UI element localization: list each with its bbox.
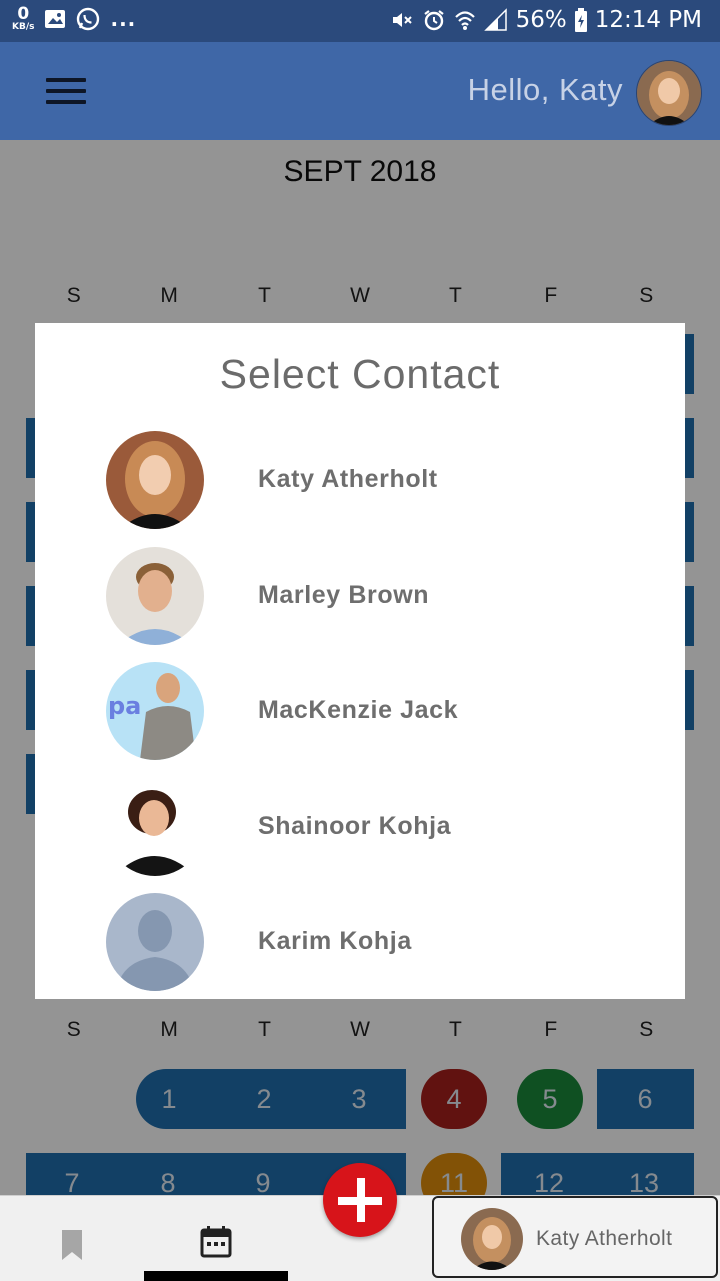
contact-avatar: pa xyxy=(106,662,204,760)
whatsapp-icon xyxy=(77,7,100,31)
battery-percent: 56% xyxy=(515,7,567,33)
calendar-icon[interactable] xyxy=(190,1216,242,1268)
profile-avatar xyxy=(461,1208,523,1270)
select-contact-dialog: Select Contact Katy Atherholt Marley Bro… xyxy=(35,323,685,999)
contact-name: MacKenzie Jack xyxy=(258,696,459,724)
profile-name: Katy Atherholt xyxy=(536,1227,673,1250)
gallery-icon xyxy=(45,10,66,28)
clock: 12:14 PM xyxy=(594,7,702,33)
contact-item[interactable]: Shainoor Kohja xyxy=(35,778,685,878)
wifi-icon xyxy=(454,11,475,30)
contact-item[interactable]: Katy Atherholt xyxy=(35,431,685,531)
dialog-title: Select Contact xyxy=(219,351,501,397)
profile-chip[interactable]: Katy Atherholt xyxy=(432,1196,718,1278)
contact-avatar xyxy=(106,547,204,645)
hamburger-menu-icon[interactable] xyxy=(46,78,86,106)
contact-item[interactable]: Karim Kohja xyxy=(35,893,685,993)
status-bar: 0 KB/s ... 56% 12:14 PM xyxy=(0,0,720,42)
more-notifications: ... xyxy=(110,7,137,31)
contact-name: Marley Brown xyxy=(258,581,430,609)
user-avatar[interactable] xyxy=(636,60,702,126)
svg-text:pa: pa xyxy=(108,692,141,720)
contact-name: Katy Atherholt xyxy=(258,465,438,493)
contact-item[interactable]: Marley Brown xyxy=(35,547,685,647)
battery-icon xyxy=(574,8,587,32)
contact-avatar xyxy=(106,778,204,876)
network-speed: 0 KB/s xyxy=(12,4,35,32)
contact-name: Shainoor Kohja xyxy=(258,812,452,840)
contact-name: Karim Kohja xyxy=(258,927,412,955)
bookmark-icon[interactable] xyxy=(50,1222,94,1266)
greeting: Hello, Katy xyxy=(467,72,623,107)
app-header: Hello, Katy xyxy=(0,42,720,140)
alarm-icon xyxy=(423,10,444,31)
mute-icon xyxy=(392,13,412,27)
signal-icon xyxy=(483,8,507,31)
default-avatar-icon xyxy=(106,893,204,991)
add-button[interactable] xyxy=(323,1163,397,1237)
contact-avatar xyxy=(106,431,204,529)
contact-item[interactable]: pa MacKenzie Jack xyxy=(35,662,685,762)
